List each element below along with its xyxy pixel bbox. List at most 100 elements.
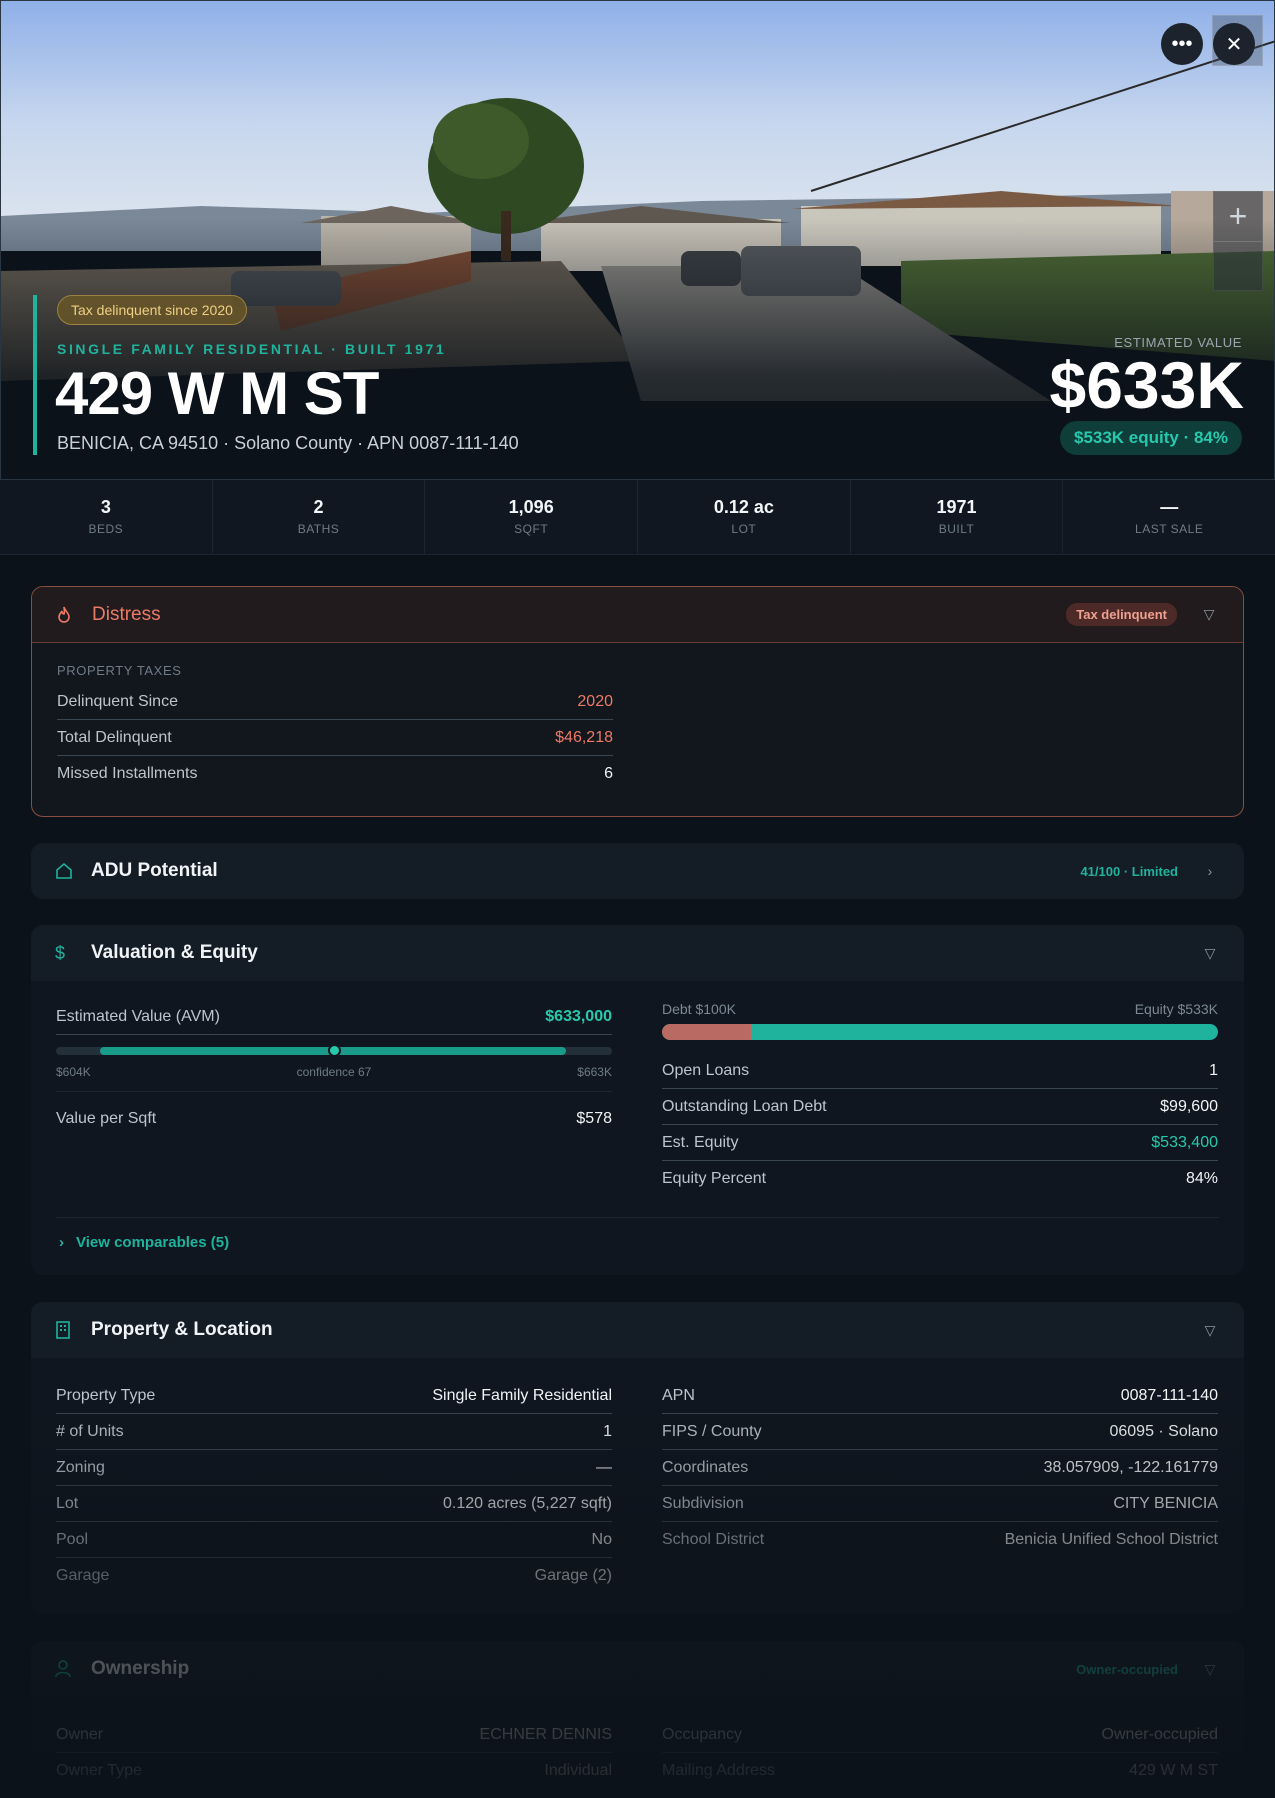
row-value: CITY BENICIA — [1113, 1494, 1218, 1512]
detail-row: Mailing Address 429 W M ST — [662, 1753, 1218, 1789]
equity-pill: $533K equity · 84% — [1059, 421, 1242, 455]
row-key: Open Loans — [662, 1061, 750, 1079]
stat-last-sale: — LAST SALE — [1063, 480, 1275, 554]
debt-fill — [662, 1024, 751, 1040]
chevron-right-icon: › — [59, 1234, 64, 1251]
chevron-down-icon[interactable]: ▽ — [1200, 945, 1220, 962]
row-key: Owner Type — [56, 1762, 142, 1779]
zoom-in-icon[interactable]: + — [1214, 192, 1262, 242]
row-key: Occupancy — [662, 1725, 743, 1743]
user-icon — [55, 1660, 77, 1678]
row-key: Value per Sqft — [56, 1110, 157, 1127]
stat-value: 2 — [313, 497, 324, 517]
distress-title: Distress — [92, 603, 161, 625]
row-key: Outstanding Loan Debt — [662, 1097, 827, 1115]
row-key: Lot — [56, 1494, 79, 1512]
detail-row: Occupancy Owner-occupied — [662, 1717, 1218, 1753]
row-value: 06095 · Solano — [1109, 1422, 1218, 1440]
row-value: 6 — [604, 765, 613, 782]
row-value: ECHNER DENNIS — [479, 1725, 612, 1743]
row-key: # of Units — [56, 1422, 124, 1440]
view-comparables-link[interactable]: › View comparables (5) — [56, 1217, 1219, 1251]
adu-header[interactable]: ADU Potential 41/100 · Limited › — [31, 843, 1244, 899]
row-key: Total Delinquent — [57, 728, 172, 746]
row-value: $46,218 — [555, 728, 613, 746]
avm-row: Estimated Value (AVM) $633,000 — [56, 999, 612, 1035]
stat-value: — — [1160, 497, 1179, 517]
divider — [56, 1091, 612, 1092]
valuation-title: Valuation & Equity — [91, 942, 258, 963]
row-value: 0.120 acres (5,227 sqft) — [443, 1494, 612, 1512]
comparables-label: View comparables (5) — [76, 1234, 230, 1251]
zoom-control[interactable]: + — [1213, 191, 1263, 291]
title-accent-bar — [33, 295, 37, 455]
chevron-down-icon[interactable]: ▽ — [1199, 606, 1219, 623]
chevron-down-icon[interactable]: ▽ — [1200, 1322, 1220, 1339]
detail-row: Property Type Single Family Residential — [56, 1378, 612, 1414]
row-value: $533,400 — [1151, 1133, 1218, 1151]
stat-label: LAST SALE — [1135, 522, 1204, 536]
hero-street-view: ••• ✕ + Tax delinquent since 2020 SINGLE… — [0, 0, 1275, 480]
row-key: Owner — [56, 1725, 104, 1743]
adu-score: 41/100 · Limited — [1080, 863, 1178, 879]
distress-header[interactable]: Distress Tax delinquent ▽ — [32, 587, 1243, 643]
stats-bar: 3 BEDS 2 BATHS 1,096 SQFT 0.12 ac LOT 19… — [0, 480, 1275, 555]
ownership-body: Owner ECHNER DENNIS Owner Type Individual … — [31, 1697, 1244, 1798]
adu-potential-card[interactable]: ADU Potential 41/100 · Limited › — [31, 843, 1244, 899]
distress-card: Distress Tax delinquent ▽ PROPERTY TAXES… — [31, 586, 1244, 817]
valuation-header[interactable]: $ Valuation & Equity ▽ — [31, 925, 1244, 981]
more-options-button[interactable]: ••• — [1161, 23, 1203, 65]
row-key: Garage — [56, 1567, 110, 1584]
stat-baths: 2 BATHS — [213, 480, 426, 554]
detail-row: Total Delinquent $46,218 — [57, 720, 613, 756]
detail-row: FIPS / County 06095 · Solano — [662, 1414, 1218, 1450]
detail-row: Est. Equity $533,400 — [662, 1125, 1218, 1161]
debt-equity-bar — [662, 1024, 1218, 1040]
row-value: $633,000 — [545, 1007, 612, 1025]
row-key: Est. Equity — [662, 1133, 739, 1151]
close-button[interactable]: ✕ — [1213, 23, 1255, 65]
detail-row: Garage Garage (2) — [56, 1558, 612, 1594]
property-header[interactable]: Property & Location ▽ — [31, 1302, 1244, 1358]
row-value: No — [591, 1530, 612, 1548]
row-key: Coordinates — [662, 1458, 749, 1476]
stat-lot: 0.12 ac LOT — [638, 480, 851, 554]
chevron-right-icon[interactable]: › — [1200, 863, 1220, 879]
detail-row: Outstanding Loan Debt $99,600 — [662, 1089, 1218, 1125]
ownership-card: Ownership Owner-occupied ▽ Owner ECHNER D… — [31, 1641, 1244, 1798]
row-value: Individual — [544, 1762, 612, 1779]
detail-row: Lot 0.120 acres (5,227 sqft) — [56, 1486, 612, 1522]
chevron-down-icon[interactable]: ▽ — [1200, 1661, 1220, 1678]
value-per-sqft-row: Value per Sqft $578 — [56, 1101, 612, 1137]
more-icon: ••• — [1171, 32, 1193, 55]
avm-ticks: $604K confidence 67 $663K — [56, 1065, 612, 1079]
ownership-title: Ownership — [91, 1658, 190, 1679]
row-value: 0087-111-140 — [1120, 1386, 1218, 1404]
row-value: — — [596, 1458, 612, 1476]
detail-row: Missed Installments 6 — [57, 756, 613, 792]
stat-label: BUILT — [938, 522, 975, 536]
stat-built: 1971 BUILT — [851, 480, 1064, 554]
ownership-header[interactable]: Ownership Owner-occupied ▽ — [31, 1641, 1244, 1697]
equity-label: Equity $533K — [1134, 1001, 1218, 1017]
row-key: School District — [662, 1531, 765, 1548]
property-address-line: BENICIA, CA 94510 · Solano County · APN … — [57, 433, 519, 453]
row-key: APN — [662, 1386, 695, 1404]
property-address-title: 429 W M ST — [55, 360, 379, 427]
row-value: 2020 — [577, 692, 613, 710]
property-location-card: Property & Location ▽ Property Type Singl… — [31, 1302, 1244, 1614]
ownership-left-column: Owner ECHNER DENNIS Owner Type Individual — [56, 1717, 612, 1789]
avm-low: $604K — [56, 1065, 91, 1079]
detail-row: School District Benicia Unified School Di… — [662, 1522, 1218, 1558]
avm-marker — [328, 1044, 341, 1057]
row-value: 38.057909, -122.161779 — [1043, 1458, 1218, 1476]
avm-range-bar — [56, 1044, 612, 1057]
avm-high: $663K — [577, 1065, 612, 1079]
stat-value: 0.12 ac — [713, 497, 774, 517]
row-key: Pool — [56, 1530, 89, 1548]
row-value: 1 — [1209, 1061, 1218, 1079]
detail-row: Pool No — [56, 1522, 612, 1558]
row-value: 1 — [603, 1422, 612, 1440]
detail-row: Owner Type Individual — [56, 1753, 612, 1789]
row-value: $578 — [576, 1110, 612, 1127]
